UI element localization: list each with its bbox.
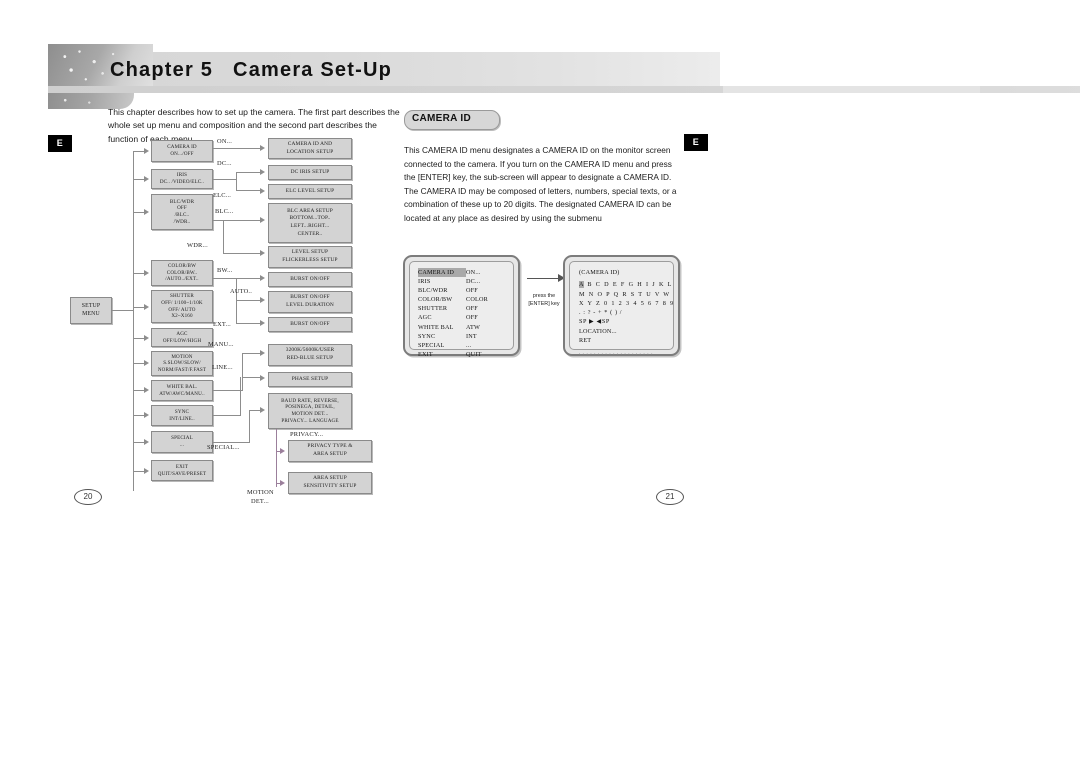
osd-row-exit[interactable]: EXIT QUIT — [418, 350, 508, 359]
osd-char-row-4-special[interactable]: . : ? - + * ( ) / — [579, 308, 667, 317]
diagram-node-sync: SYNC INT/LINE.. — [151, 405, 213, 426]
osd-row-iris[interactable]: IRIS DC... — [418, 277, 508, 286]
transition-arrow-line — [527, 278, 560, 280]
diagram-node-blc-wdr: BLC/WDR OFF /BLC.. /WDR.. — [151, 194, 213, 230]
diagram-node-special-submenu: BAUD RATE, REVERSE, POSINEGA, DETAIL, MO… — [268, 393, 352, 429]
diagram-node-red-blue-setup: 3200K/5600K/USER RED-BLUE SETUP — [268, 344, 352, 366]
diagram-node-burst-on-off-bw: BURST ON/OFF — [268, 272, 352, 287]
osd-id-field: ▪ ▪ ▪ ▪ ▪ ▪ ▪ ▪ ▪ ▪ ▪ ▪ ▪ ▪ ▪ ▪ ▪ ▪ ▪ ▪ — [579, 352, 654, 357]
diagram-node-motion-area-sensitivity: AREA SETUP SENSITIVITY SETUP — [288, 472, 372, 494]
osd-location-row[interactable]: LOCATION... — [579, 327, 667, 336]
osd-row-blc-wdr[interactable]: BLC/WDR OFF — [418, 286, 508, 295]
diagram-node-iris: IRIS DC.. /VIDEO/ELC.. — [151, 169, 213, 189]
edge-label-ext: EXT... — [213, 321, 231, 328]
diagram-node-color-bw: COLOR/BW COLOR/BW.. /AUTO../EXT.. — [151, 260, 213, 286]
diagram-node-white-bal: WHITE BAL. ATW/AWC/MANU.. — [151, 380, 213, 401]
edge-label-auto: AUTO.. — [230, 288, 253, 295]
osd-selected-char[interactable]: A — [579, 281, 585, 289]
diagram-node-dc-iris-setup: DC IRIS SETUP — [268, 165, 352, 180]
edge-label-special: SPECIAL... — [207, 444, 240, 451]
osd-row-shutter[interactable]: SHUTTER OFF — [418, 304, 508, 313]
setup-menu-flow-diagram: SETUP MENU CAMERA ID ON.../OFF IRIS DC..… — [60, 132, 400, 512]
manual-page-spread: Chapter 5 Camera Set-Up This chapter desc… — [0, 0, 1080, 763]
edge-label-blc: BLC... — [215, 208, 234, 215]
chapter-title: Camera Set-Up — [233, 59, 393, 81]
osd-row-color-bw[interactable]: COLOR/BW COLOR — [418, 295, 508, 304]
diagram-trunk — [133, 151, 135, 491]
diagram-node-privacy-area-setup: PRIVACY TYPE & AREA SETUP — [288, 440, 372, 462]
osd-camera-id-title: (CAMERA ID) — [579, 269, 620, 276]
edge-label-elc: ELC... — [213, 192, 232, 199]
edge-label-bw: BW... — [217, 267, 233, 274]
osd-row-sync[interactable]: SYNC INT — [418, 332, 508, 341]
diagram-node-shutter: SHUTTER OFF/ 1/100~1/10K OFF/ AUTO X2~X1… — [151, 290, 213, 323]
osd-camera-id-screen: (CAMERA ID) A B C D E F G H I J K L M N … — [563, 255, 680, 356]
diagram-node-elc-level-setup: ELC LEVEL SETUP — [268, 184, 352, 199]
diagram-node-burst-on-off-ext: BURST ON/OFF — [268, 317, 352, 332]
diagram-node-setup-menu: SETUP MENU — [70, 297, 112, 324]
osd-char-row-1[interactable]: A B C D E F G H I J K L — [579, 280, 671, 289]
diagram-node-phase-setup: PHASE SETUP — [268, 372, 352, 387]
osd-row-white-bal[interactable]: WHITE BAL ATW — [418, 323, 508, 332]
section-body-text: This CAMERA ID menu designates a CAMERA … — [404, 145, 677, 223]
diagram-node-camera-id: CAMERA ID ON.../OFF — [151, 140, 213, 162]
edge-label-wdr: WDR... — [187, 242, 208, 249]
edge-label-line: LINE... — [212, 364, 233, 371]
osd-nav-row[interactable]: SP ▶ ◀SP — [579, 317, 667, 326]
language-badge-right: E — [684, 134, 708, 151]
chapter-label: Chapter 5 — [110, 59, 214, 81]
diagram-node-burst-level-duration: BURST ON/OFF LEVEL DURATION — [268, 291, 352, 313]
osd-row-agc[interactable]: AGC OFF — [418, 313, 508, 322]
diagram-node-camera-id-location-setup: CAMERA ID AND LOCATION SETUP — [268, 138, 352, 159]
osd-row-camera-id[interactable]: CAMERA ID ON... — [418, 268, 508, 278]
diagram-node-blc-area-setup: BLC AREA SETUP BOTTOM...TOP.. LEFT...RIG… — [268, 203, 352, 243]
transition-note: press the [ENTER] key — [528, 293, 560, 307]
diagram-node-agc: AGC OFF/LOW/HIGH — [151, 328, 213, 347]
diagram-connector — [112, 310, 134, 312]
edge-label-manu: MANU... — [208, 341, 234, 348]
osd-ret-row[interactable]: RET — [579, 336, 667, 345]
osd-menu-row-list: CAMERA ID ON... IRIS DC... BLC/WDR OFF C… — [418, 268, 508, 359]
diagram-node-special: SPECIAL ... — [151, 431, 213, 453]
diagram-node-motion: MOTION S.SLOW/SLOW/ NORM/FAST/F.FAST — [151, 351, 213, 376]
osd-char-row-3[interactable]: X Y Z 0 1 2 3 4 5 6 7 8 9 — [579, 299, 673, 308]
osd-camera-id-panel: (CAMERA ID) A B C D E F G H I J K L M N … — [579, 268, 673, 360]
diagram-node-exit: EXIT QUIT/SAVE/PRESET — [151, 460, 213, 481]
diagram-node-level-flickerless-setup: LEVEL SETUP FLICKERLESS SETUP — [268, 246, 352, 268]
osd-char-row-2[interactable]: M N O P Q R S T U V W — [579, 290, 669, 299]
osd-row-special[interactable]: SPECIAL ... — [418, 341, 508, 350]
page-number-right: 21 — [656, 489, 684, 505]
edge-label-motion-det-line1: MOTION — [247, 489, 274, 496]
edge-label-motion-det-line2: DET... — [251, 498, 269, 505]
section-title: CAMERA ID — [412, 113, 471, 124]
edge-label-privacy: PRIVACY... — [290, 431, 324, 438]
edge-label-dc: DC... — [217, 160, 232, 167]
osd-main-menu-screen: CAMERA ID ON... IRIS DC... BLC/WDR OFF C… — [403, 255, 520, 359]
edge-label-on: ON... — [217, 138, 233, 145]
header-rule-right — [723, 86, 980, 93]
page-title: Chapter 5 Camera Set-Up — [110, 57, 392, 83]
